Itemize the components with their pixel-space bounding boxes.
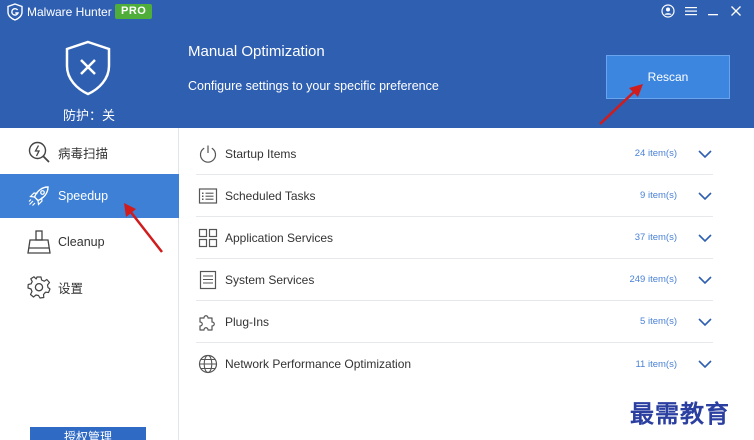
annotation-arrows	[124, 84, 643, 253]
annotation-arrow-speedup	[124, 203, 163, 253]
watermark-text: 最需教育	[630, 399, 730, 428]
annotation-arrow-rescan	[599, 84, 643, 125]
